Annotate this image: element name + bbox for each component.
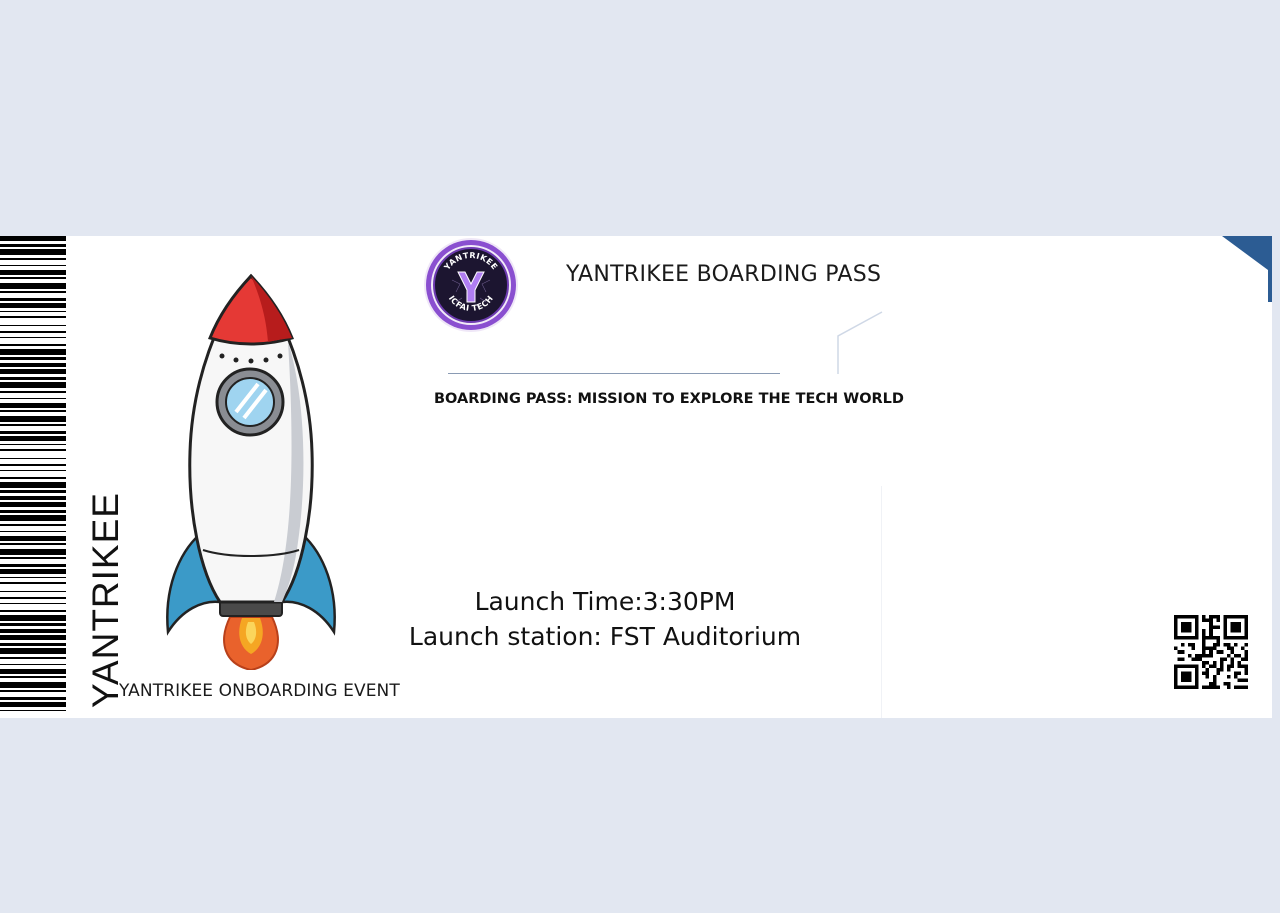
qr-code-icon xyxy=(1174,615,1248,689)
mission-subtitle: BOARDING PASS: MISSION TO EXPLORE THE TE… xyxy=(434,391,904,407)
side-brand-text: YANTRIKEE xyxy=(85,492,126,708)
corner-accent xyxy=(1222,236,1272,302)
rocket-icon xyxy=(166,273,336,670)
decorative-lines xyxy=(837,311,883,374)
yantrikee-logo-icon: YANTRIKEE ICFAI TECH xyxy=(424,238,518,332)
launch-details: Launch Time:3:30PM Launch station: FST A… xyxy=(380,584,830,654)
boarding-pass: YANTRIKEE YANTRIKEE ONBOARDING EVENT YAN… xyxy=(0,236,1272,718)
launch-station: Launch station: FST Auditorium xyxy=(408,622,802,651)
barcode-icon xyxy=(0,236,66,711)
launch-time: Launch Time:3:30PM xyxy=(474,587,736,616)
divider-rule xyxy=(448,373,780,374)
stub-divider xyxy=(881,486,882,718)
event-label: YANTRIKEE ONBOARDING EVENT xyxy=(119,681,400,701)
page-title: YANTRIKEE BOARDING PASS xyxy=(566,262,882,287)
